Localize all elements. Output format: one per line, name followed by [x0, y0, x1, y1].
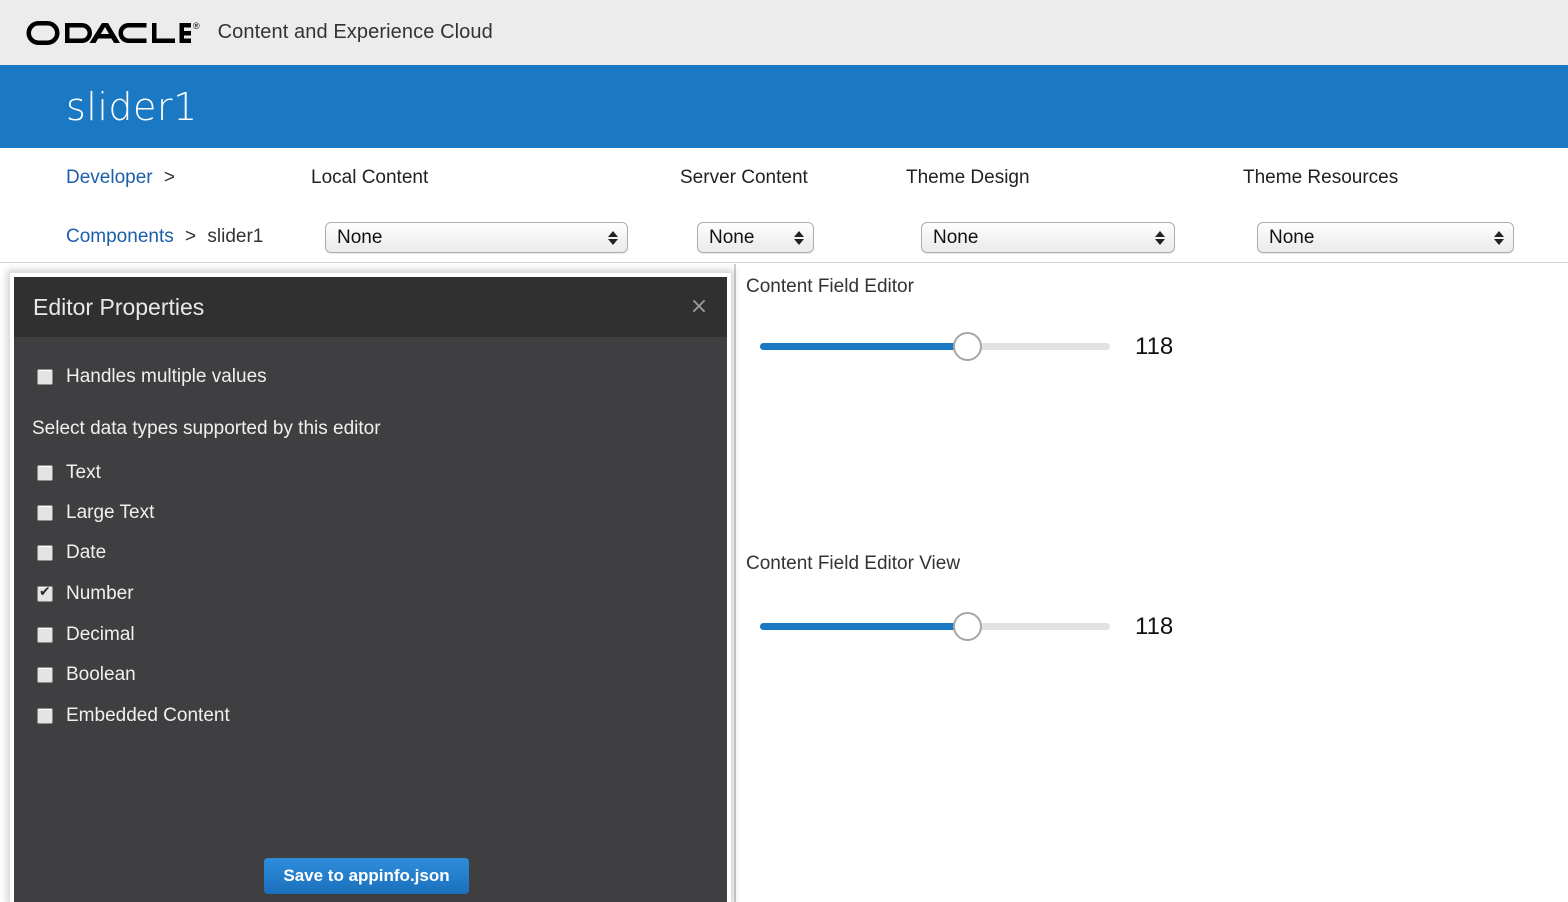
checkbox-label: Date: [66, 542, 107, 563]
select-server-content-value: None: [709, 226, 755, 248]
checkbox-embedded-content[interactable]: Embedded Content: [37, 705, 230, 727]
select-server-content[interactable]: None: [697, 222, 814, 253]
checkbox-label: Boolean: [66, 664, 136, 685]
checkbox-icon[interactable]: [37, 369, 53, 385]
select-theme-design[interactable]: None: [921, 222, 1175, 253]
checkbox-label: Decimal: [66, 624, 135, 645]
editor-properties-header: Editor Properties ×: [14, 277, 727, 337]
stepper-arrows-icon: [1493, 228, 1504, 248]
checkbox-date[interactable]: Date: [37, 542, 106, 564]
product-title: Content and Experience Cloud: [217, 21, 493, 43]
breadcrumb-developer: Developer >: [66, 167, 175, 189]
editor-properties-title: Editor Properties: [33, 293, 205, 320]
checkbox-icon[interactable]: [37, 708, 53, 724]
select-local-content-value: None: [337, 226, 383, 248]
checkbox-label: Text: [66, 462, 101, 483]
checkbox-icon[interactable]: [37, 627, 53, 643]
data-types-section-label: Select data types supported by this edit…: [32, 418, 381, 439]
save-to-appinfo-button[interactable]: Save to appinfo.json: [264, 858, 469, 894]
breadcrumb-caret: >: [163, 167, 175, 188]
preview-pane: Content Field Editor 118 Content Field E…: [736, 264, 1568, 902]
checkbox-boolean[interactable]: Boolean: [37, 664, 136, 686]
checkbox-icon[interactable]: [37, 465, 53, 481]
stepper-arrows-icon: [1154, 228, 1165, 248]
oracle-top-bar: ® Content and Experience Cloud: [0, 0, 1568, 65]
slider-thumb[interactable]: [953, 612, 982, 641]
select-local-content[interactable]: None: [325, 222, 628, 253]
developer-link[interactable]: Developer: [66, 167, 153, 188]
breadcrumb-current: slider1: [207, 226, 264, 247]
app-banner: slider1: [0, 65, 1568, 148]
select-theme-resources-value: None: [1269, 226, 1315, 248]
content-field-editor-view-value: 118: [1135, 613, 1174, 640]
registered-trademark-icon: ®: [193, 20, 200, 31]
checkbox-label: Large Text: [66, 502, 155, 523]
checkbox-icon[interactable]: [37, 667, 53, 683]
checkbox-text[interactable]: Text: [37, 462, 101, 484]
checkbox-icon[interactable]: [37, 505, 53, 521]
breadcrumb-components: Components > slider1: [66, 226, 263, 248]
content-field-editor-value: 118: [1135, 333, 1174, 360]
stepper-arrows-icon: [607, 228, 618, 248]
checkbox-icon[interactable]: [37, 545, 53, 561]
checkbox-decimal[interactable]: Decimal: [37, 624, 135, 646]
stepper-arrows-icon: [793, 228, 804, 248]
checkbox-icon[interactable]: [37, 584, 53, 602]
label-theme-design: Theme Design: [906, 167, 1030, 188]
checkbox-label: Handles multiple values: [66, 366, 267, 387]
checkbox-handles-multiple-values[interactable]: Handles multiple values: [37, 366, 267, 388]
checkbox-large-text[interactable]: Large Text: [37, 502, 154, 524]
app-name: slider1: [66, 85, 198, 129]
checkbox-number[interactable]: Number: [37, 583, 134, 605]
breadcrumb-separator: >: [185, 226, 197, 247]
slider-thumb[interactable]: [953, 332, 982, 361]
slider-fill: [760, 343, 967, 350]
editor-properties-panel: Editor Properties × Handles multiple val…: [14, 277, 727, 902]
components-link[interactable]: Components: [66, 226, 174, 247]
select-theme-design-value: None: [933, 226, 979, 248]
label-theme-resources: Theme Resources: [1243, 167, 1399, 188]
nav-divider: [0, 262, 1568, 263]
label-server-content: Server Content: [680, 167, 808, 188]
select-theme-resources[interactable]: None: [1257, 222, 1514, 253]
label-local-content: Local Content: [311, 167, 429, 188]
content-field-editor-view-title: Content Field Editor View: [746, 553, 961, 574]
slider-fill: [760, 623, 967, 630]
navigation-zone: Developer > Components > slider1 Local C…: [0, 148, 1568, 264]
oracle-logo: ®: [26, 20, 200, 46]
checkbox-label: Number: [66, 583, 134, 604]
close-icon[interactable]: ×: [686, 294, 712, 320]
checkbox-label: Embedded Content: [66, 705, 230, 726]
content-field-editor-title: Content Field Editor: [746, 276, 914, 297]
